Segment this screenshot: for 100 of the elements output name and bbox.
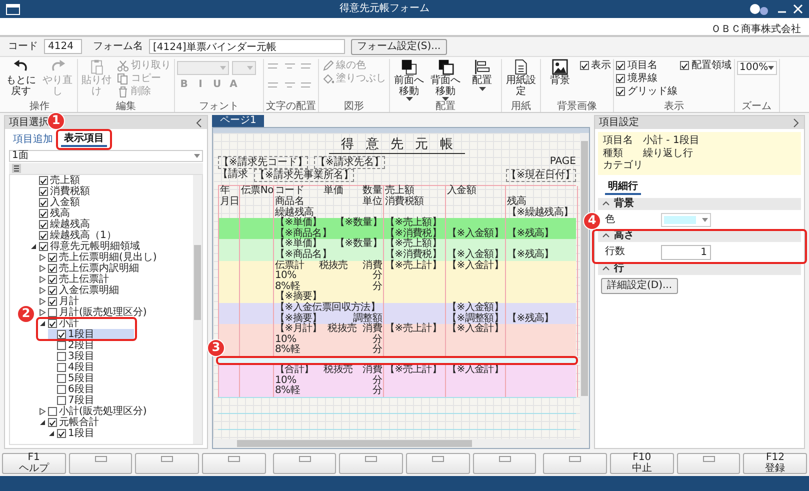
background-button[interactable]: 背景 [543, 59, 577, 86]
checkbox[interactable] [57, 374, 66, 383]
function-key[interactable] [676, 453, 740, 474]
function-key[interactable] [68, 453, 132, 474]
tree-item[interactable]: 繰越残高 [30, 219, 90, 230]
function-key[interactable]: F12 登録 [743, 453, 808, 474]
function-key[interactable] [339, 453, 404, 474]
show-checkbox-label[interactable]: 表示 [591, 60, 611, 72]
expanded-icon[interactable] [39, 320, 46, 327]
collapsed-icon[interactable] [39, 254, 46, 261]
tree-item[interactable]: 残高 [30, 208, 70, 219]
checkbox[interactable] [48, 407, 57, 416]
field-placeholder[interactable]: 【※請求先事業所名】 [254, 169, 354, 182]
form-settings-button[interactable]: フォーム設定(S)... [351, 38, 447, 54]
checkbox[interactable] [48, 418, 57, 427]
function-key[interactable] [272, 453, 336, 474]
checkbox[interactable] [48, 275, 57, 284]
collapsed-icon[interactable] [39, 408, 46, 415]
bring-forward-button[interactable]: 前面へ移動 [392, 59, 426, 101]
checkbox[interactable] [580, 61, 588, 70]
scrollbar[interactable] [580, 133, 589, 439]
tree-view-icon[interactable] [12, 164, 20, 173]
section-header[interactable]: 背景 [598, 198, 801, 210]
tree-item[interactable]: 月計(販売処理区分) [39, 307, 147, 318]
checkbox[interactable] [39, 220, 48, 229]
checkbox[interactable] [57, 396, 66, 405]
tree-item[interactable]: 売上伝票明細(見出し) [39, 252, 157, 263]
checkbox[interactable] [57, 363, 66, 372]
function-key[interactable] [202, 453, 266, 474]
field-placeholder[interactable]: 【※請求先コード】 [218, 156, 308, 170]
tree-item[interactable]: 4段目 [48, 362, 94, 373]
code-field[interactable]: 4124 [44, 39, 82, 54]
send-backward-button[interactable]: 背面へ移動 [428, 59, 462, 101]
checkbox[interactable] [39, 187, 48, 196]
tree-item[interactable]: 売上額 [30, 175, 80, 186]
checkbox[interactable] [39, 198, 48, 207]
checkbox[interactable] [57, 330, 66, 339]
scrollbar[interactable] [213, 439, 589, 448]
function-key[interactable] [135, 453, 200, 474]
tree-item[interactable]: 消費税額 [30, 186, 90, 197]
expanded-icon[interactable] [30, 243, 37, 250]
checkbox[interactable] [48, 308, 57, 317]
checkbox[interactable] [57, 385, 66, 394]
page-setup-button[interactable]: 用紙設定 [504, 59, 538, 97]
expanded-icon[interactable] [48, 430, 55, 437]
checkbox[interactable] [48, 297, 57, 306]
checkbox[interactable] [48, 264, 57, 273]
collapsed-icon[interactable] [39, 298, 46, 305]
form-name-field[interactable]: [4124]単票バインダー元帳 [149, 39, 345, 54]
checkbox[interactable] [616, 61, 625, 70]
checkbox-label[interactable]: グリッド線 [628, 86, 678, 98]
tree-item[interactable]: 売上伝票内訳明細 [39, 263, 139, 274]
color-select[interactable] [661, 212, 711, 226]
function-key[interactable] [472, 453, 536, 474]
collapsed-icon[interactable] [39, 287, 46, 294]
checkbox-label[interactable]: 境界線 [628, 72, 658, 84]
collapsed-icon[interactable] [39, 276, 46, 283]
checkbox[interactable] [680, 61, 689, 70]
collapsed-icon[interactable] [39, 309, 46, 316]
checkbox[interactable] [39, 209, 48, 218]
tab[interactable]: 項目追加 [10, 132, 56, 146]
checkbox-label[interactable]: 配置領域 [692, 60, 732, 72]
tab[interactable]: 表示項目 [61, 132, 107, 146]
detail-settings-button[interactable]: 詳細設定(D)... [601, 278, 678, 294]
function-key[interactable] [543, 453, 608, 474]
tree-item[interactable]: 売上伝票計 [39, 274, 109, 285]
function-key[interactable]: F10 中止 [610, 453, 674, 474]
checkbox[interactable] [616, 87, 625, 96]
tree-item[interactable]: 5段目 [48, 373, 94, 384]
field-placeholder[interactable]: 【※請求先名】 [314, 156, 385, 170]
checkbox[interactable] [57, 341, 66, 350]
tree-item[interactable]: 得意先元帳明細領域 [30, 241, 140, 252]
tree-item[interactable]: 元帳合計 [39, 417, 99, 428]
checkbox[interactable] [48, 319, 57, 328]
tree-item[interactable]: 1段目 [48, 428, 94, 439]
scrollbar[interactable] [193, 175, 202, 444]
checkbox[interactable] [48, 286, 57, 295]
checkbox[interactable] [57, 352, 66, 361]
zoom-select[interactable]: 100% [736, 61, 776, 75]
checkbox[interactable] [616, 74, 625, 83]
checkbox[interactable] [57, 429, 66, 438]
function-key[interactable]: F1 ヘルプ [2, 453, 66, 474]
arrange-button[interactable]: 配置 [465, 59, 499, 90]
checkbox[interactable] [39, 231, 48, 240]
field-placeholder[interactable]: 【※現在日付】 [506, 169, 576, 182]
tree-item[interactable]: 小計(販売処理区分) [39, 406, 147, 417]
close-icon[interactable] [793, 4, 803, 14]
page-tab[interactable]: ページ1 [212, 115, 264, 127]
tree-item[interactable]: 3段目 [48, 351, 94, 362]
checkbox[interactable] [39, 176, 48, 185]
tree-item[interactable]: 6段目 [48, 384, 94, 395]
tree-item[interactable]: 月計 [39, 296, 79, 307]
expanded-icon[interactable] [39, 419, 46, 426]
tree-item[interactable]: 入金額 [30, 197, 80, 208]
checkbox[interactable] [48, 253, 57, 262]
collapsed-icon[interactable] [39, 265, 46, 272]
tree-item[interactable]: 繰越残高（1） [30, 230, 116, 241]
tree-item[interactable]: 1段目 [48, 329, 134, 340]
tab[interactable]: 明細行 [605, 180, 641, 195]
checkbox-label[interactable]: 項目名 [628, 60, 658, 72]
